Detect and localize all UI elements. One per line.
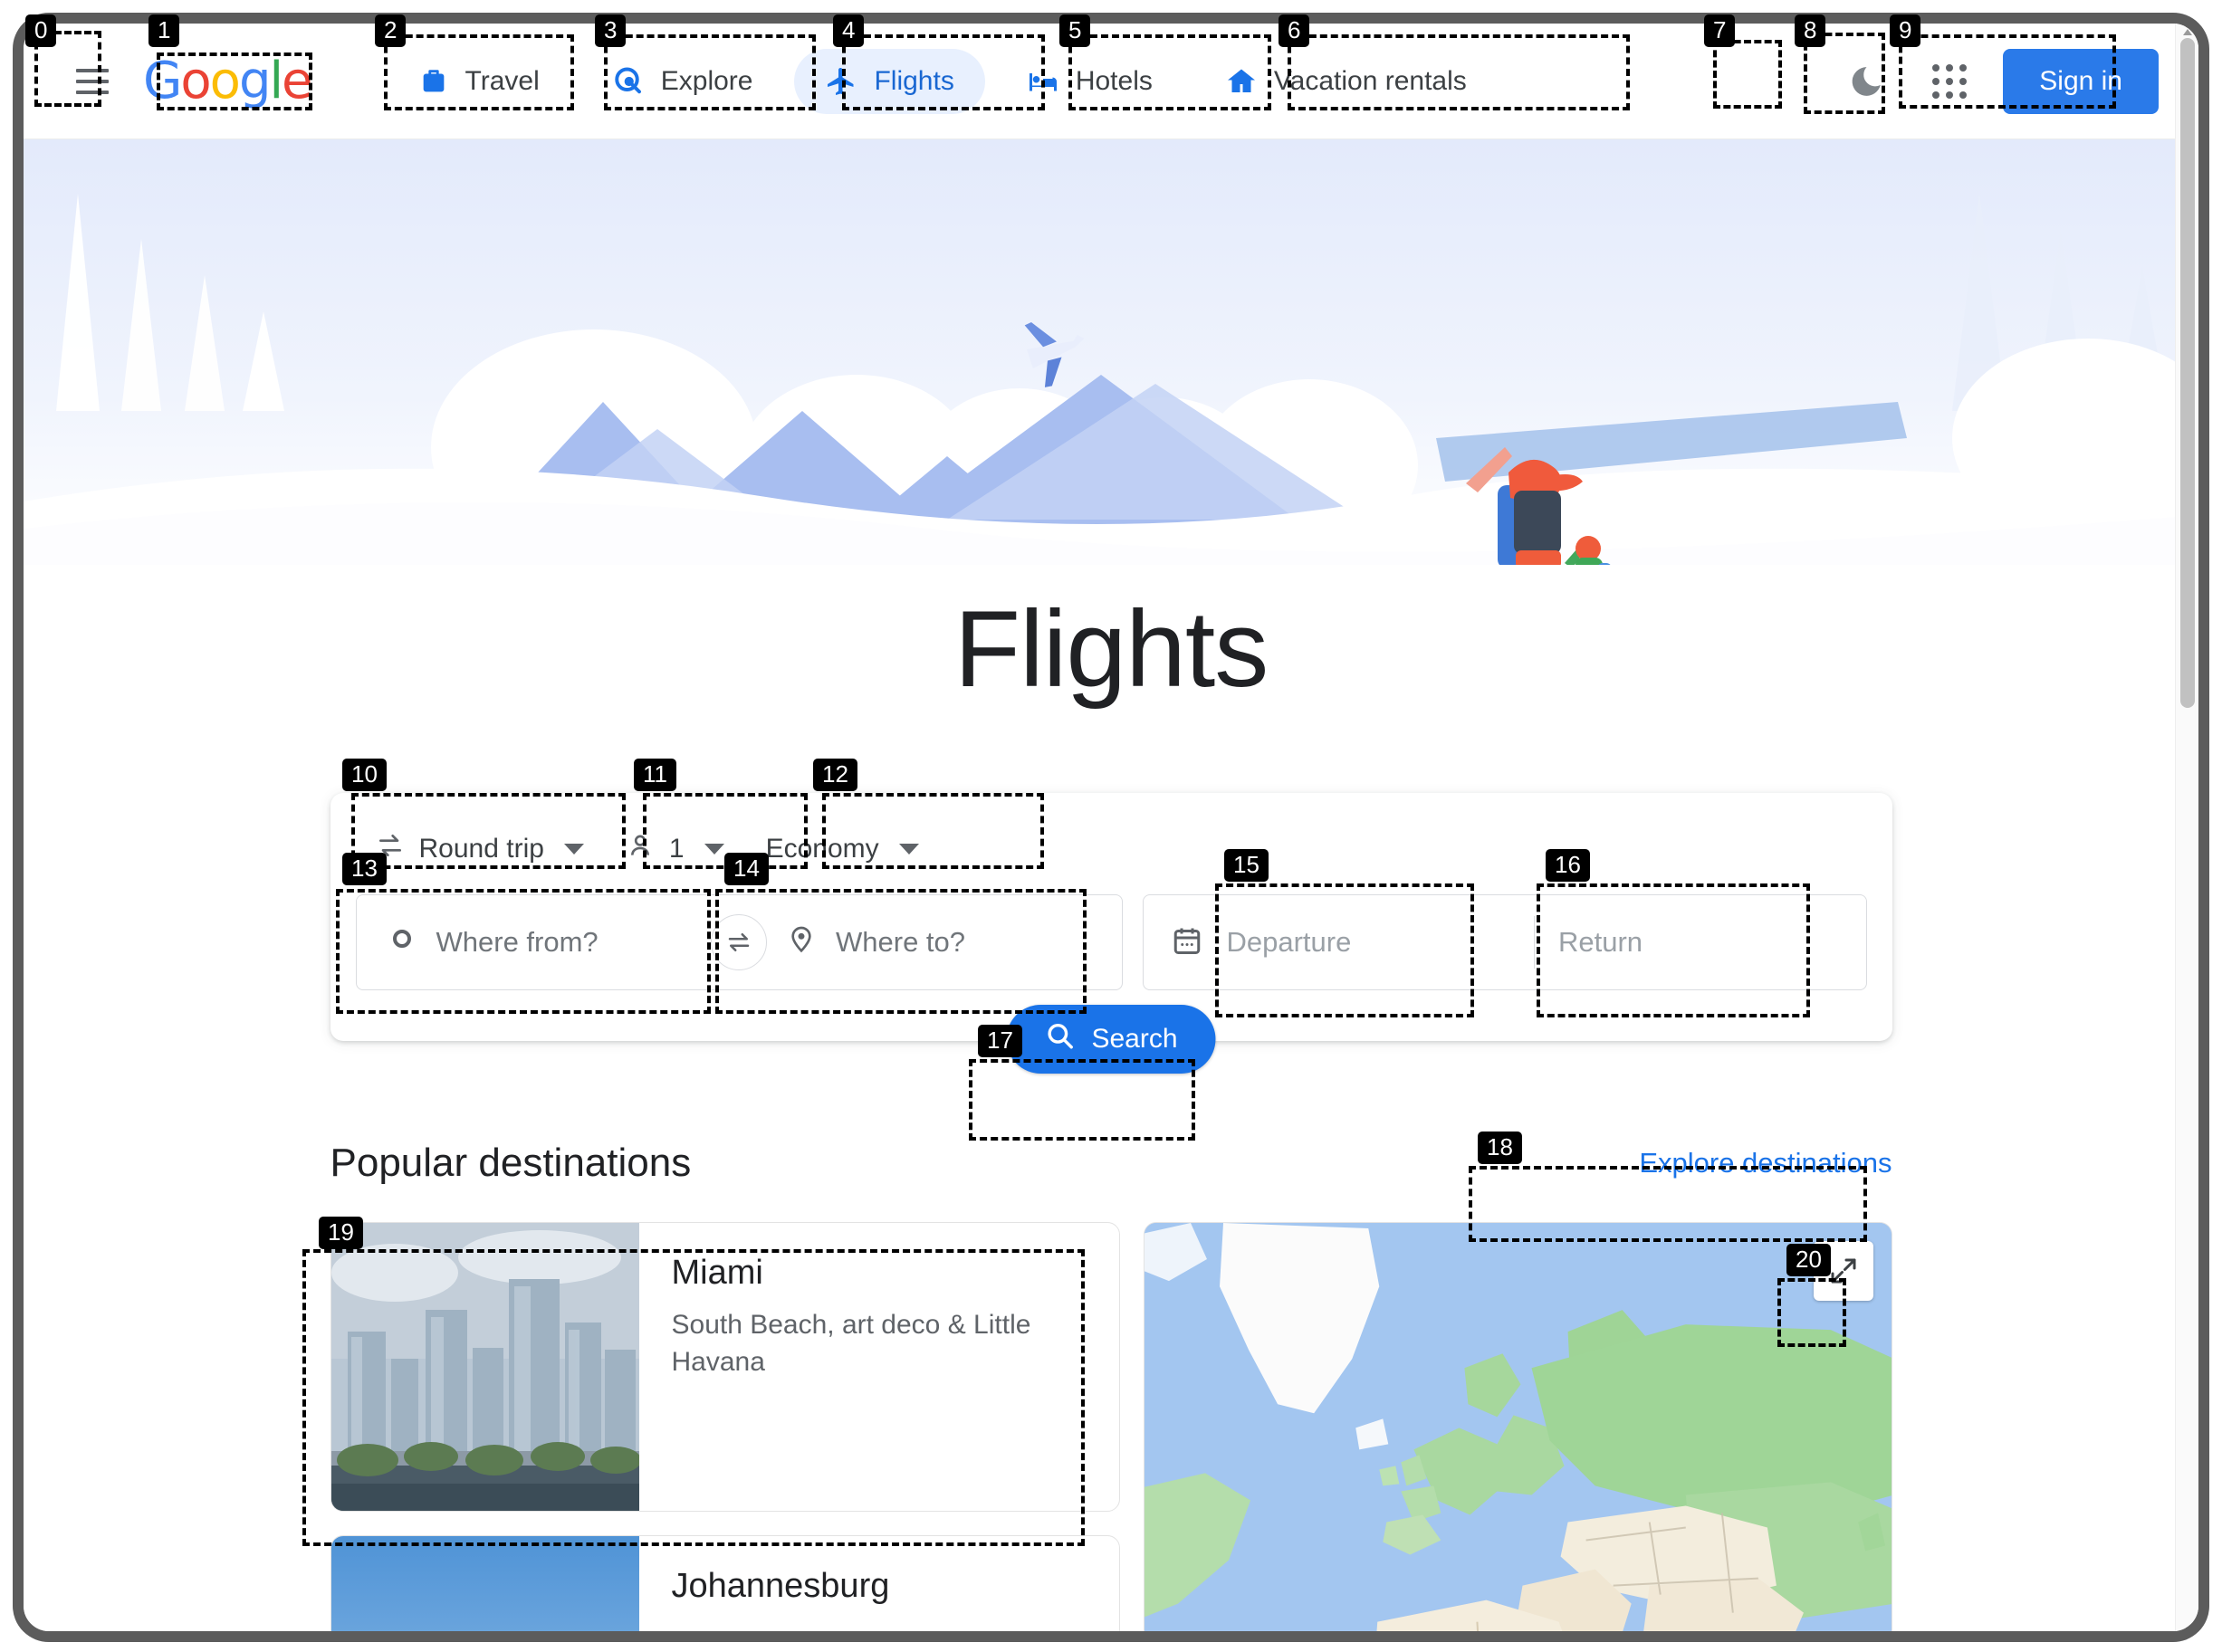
destination-placeholder: Where to?: [836, 926, 966, 958]
top-navigation-bar: Google Travel Explore Flights Hotels Vac…: [24, 24, 2198, 139]
trip-type-dropdown[interactable]: Round trip: [359, 820, 600, 878]
swap-origin-destination-button[interactable]: [711, 914, 767, 970]
origin-destination-group: Where from? Where to?: [355, 894, 1123, 990]
passengers-dropdown[interactable]: 1: [609, 820, 741, 878]
hamburger-bar-1: [76, 68, 109, 72]
nav-tab-flights[interactable]: Flights: [794, 48, 985, 114]
hero-illustration: [24, 139, 2198, 565]
logo-letter-e: e: [282, 51, 312, 110]
search-fields-row: Where from? Where to? Departure Return: [355, 894, 1867, 990]
origin-field[interactable]: Where from?: [357, 895, 723, 989]
departure-placeholder: Departure: [1226, 926, 1352, 958]
return-date-field[interactable]: Return: [1535, 895, 1866, 989]
nav-tab-travel-label: Travel: [465, 65, 540, 96]
hamburger-bar-2: [76, 79, 109, 83]
browser-window: Google Travel Explore Flights Hotels Vac…: [13, 13, 2209, 1642]
scrollbar-thumb[interactable]: [2180, 38, 2195, 708]
search-icon: [1044, 1020, 1075, 1058]
trip-type-label: Round trip: [418, 834, 544, 864]
chevron-down-icon: [563, 844, 584, 855]
swap-horizontal-icon: [728, 933, 750, 951]
origin-placeholder: Where from?: [436, 926, 599, 958]
popular-destinations-body: Miami South Beach, art deco & Little Hav…: [330, 1222, 1892, 1631]
nav-tabs: Travel Explore Flights Hotels Vacation r…: [388, 48, 1837, 114]
hamburger-bar-3: [76, 90, 109, 94]
popular-destinations-section: Popular destinations Explore destination…: [330, 1141, 1892, 1631]
destination-field[interactable]: Where to?: [722, 895, 1122, 989]
nav-tab-hotels[interactable]: Hotels: [996, 49, 1183, 114]
vertical-scrollbar[interactable]: [2175, 24, 2198, 1631]
search-options-row: Round trip 1 Economy: [356, 815, 1867, 894]
destinations-map[interactable]: [1143, 1222, 1892, 1631]
dates-group: Departure Return: [1142, 894, 1867, 990]
chevron-down-icon: [704, 844, 724, 855]
explore-destinations-link[interactable]: Explore destinations: [1639, 1147, 1892, 1179]
destination-card-miami[interactable]: Miami South Beach, art deco & Little Hav…: [330, 1222, 1120, 1512]
hamburger-menu-icon[interactable]: [65, 54, 120, 109]
johannesburg-card-info: Johannesburg: [639, 1536, 921, 1631]
nav-tab-hotels-label: Hotels: [1075, 65, 1153, 96]
nav-right-controls: Sign in: [1836, 48, 2159, 114]
destination-description: South Beach, art deco & Little Havana: [671, 1310, 1031, 1377]
suitcase-icon: [418, 66, 449, 97]
departure-date-field[interactable]: Departure: [1203, 895, 1535, 989]
johannesburg-photo: [330, 1536, 639, 1631]
flight-search-card: Round trip 1 Economy Where from? Where t…: [330, 793, 1892, 1074]
search-button-label: Search: [1091, 1024, 1178, 1054]
cabin-class-label: Economy: [765, 834, 879, 864]
popular-destinations-header: Popular destinations Explore destination…: [330, 1141, 1892, 1186]
nav-tab-vacation-rentals-label: Vacation rentals: [1273, 65, 1467, 96]
airplane-icon: [825, 65, 857, 98]
sign-in-button[interactable]: Sign in: [2003, 48, 2159, 114]
scroll-up-arrow-icon[interactable]: [2183, 29, 2192, 35]
house-icon: [1225, 65, 1258, 98]
destination-name: Johannesburg: [671, 1567, 890, 1605]
person-icon: [626, 831, 655, 867]
destination-card-list: Miami South Beach, art deco & Little Hav…: [330, 1222, 1120, 1631]
bed-icon: [1027, 65, 1059, 98]
miami-card-info: Miami South Beach, art deco & Little Hav…: [639, 1223, 1110, 1511]
apps-grid-dots: [1932, 63, 1968, 99]
miami-skyline-photo: [330, 1223, 639, 1511]
cabin-class-dropdown[interactable]: Economy: [750, 820, 935, 878]
page-title: Flights: [953, 588, 1269, 710]
search-button[interactable]: Search: [1006, 1005, 1216, 1074]
expand-diagonal-icon[interactable]: [1813, 1241, 1873, 1301]
google-logo[interactable]: Google: [143, 55, 313, 107]
calendar-icon: [1171, 924, 1203, 961]
logo-letter-g2: g: [238, 51, 272, 110]
swap-arrows-icon: [376, 831, 405, 867]
nav-tab-vacation-rentals[interactable]: Vacation rentals: [1194, 49, 1498, 114]
logo-letter-o2: o: [209, 51, 241, 110]
nav-tab-travel[interactable]: Travel: [388, 49, 570, 114]
nav-tab-flights-label: Flights: [874, 65, 954, 96]
explore-globe-icon: [612, 65, 645, 98]
return-placeholder: Return: [1558, 926, 1643, 958]
snowy-mountains-scene: [24, 139, 2198, 565]
popular-destinations-title: Popular destinations: [330, 1141, 692, 1185]
moon-icon[interactable]: [1836, 52, 1896, 111]
nav-tab-explore-label: Explore: [660, 65, 753, 96]
logo-letter-g1: G: [143, 51, 182, 110]
passengers-count: 1: [668, 834, 685, 864]
page-viewport: Google Travel Explore Flights Hotels Vac…: [24, 24, 2198, 1631]
logo-letter-o1: o: [180, 51, 211, 110]
map-pin-icon: [787, 924, 816, 960]
apps-grid-icon[interactable]: [1920, 52, 1979, 111]
world-map-europe-africa-asia: [1144, 1223, 1892, 1631]
circle-outline-icon: [388, 924, 417, 960]
logo-letter-l: l: [269, 51, 283, 110]
destination-name: Miami: [671, 1254, 763, 1292]
chevron-down-icon: [898, 844, 919, 855]
destination-card-johannesburg[interactable]: Johannesburg: [330, 1535, 1120, 1631]
nav-tab-explore[interactable]: Explore: [581, 49, 784, 114]
